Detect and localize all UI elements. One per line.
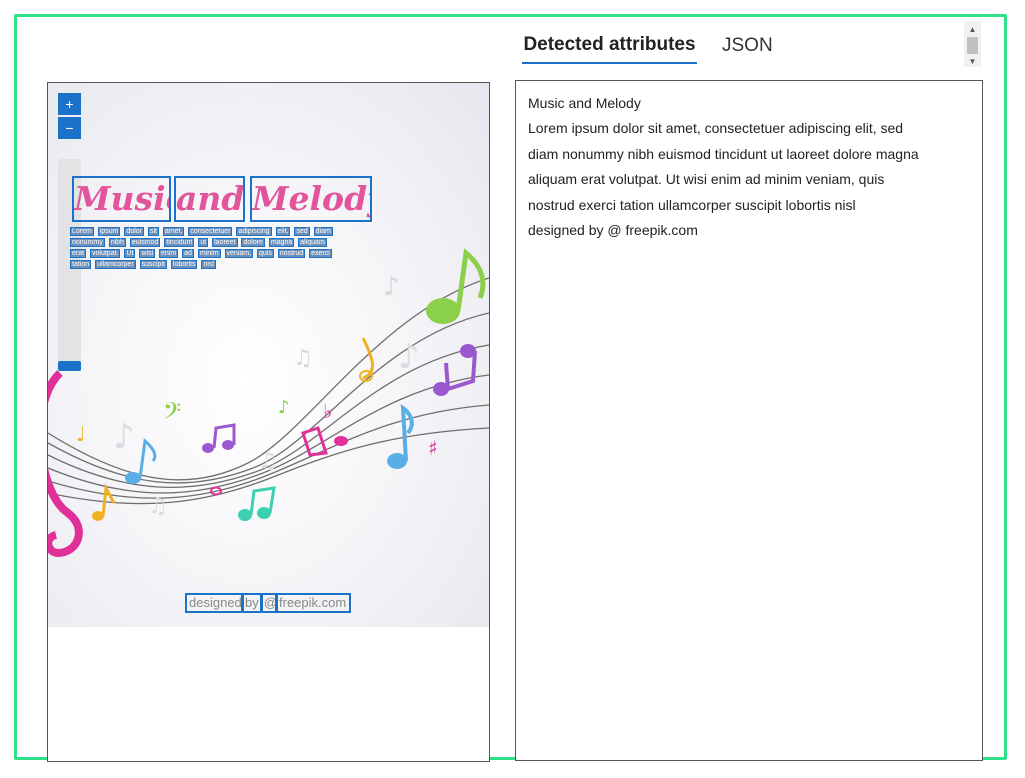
svg-text:♫: ♫ — [293, 346, 313, 371]
detected-line: Music and Melody — [528, 95, 641, 111]
poster-body-word: consectetuer — [188, 227, 233, 236]
poster-body-word: enim — [159, 249, 179, 258]
poster-title-word: and — [174, 176, 245, 222]
detected-line: Lorem ipsum dolor sit amet, consectetuer… — [528, 120, 904, 137]
poster-body-word: sit — [147, 227, 159, 236]
poster-body-word: nibh — [108, 238, 126, 247]
svg-text:♩: ♩ — [76, 422, 85, 446]
poster-body-word: ad — [182, 249, 194, 258]
poster-body-word: Lorem — [70, 227, 94, 236]
poster-body-word: sed — [294, 227, 310, 236]
detected-attributes-panel: Music and Melody Lorem ipsum dolor sit a… — [515, 80, 983, 761]
poster-body-word: ipsum — [97, 227, 121, 236]
poster-credit-word: freepik.com — [275, 593, 351, 613]
image-panel: 𝄢 ♯ ♭ ♪ ♩ ♪ ♪ ♫ ♪ ♫ ♫ + − Music and Melo… — [47, 82, 490, 762]
detected-line: designed by @ freepik.com — [528, 222, 698, 239]
poster-body-word: suscipit — [139, 260, 167, 269]
poster-body-word: tincidunt — [164, 238, 195, 247]
poster-body-word: dolore — [241, 238, 265, 247]
poster-body-word: dolor — [124, 227, 145, 236]
zoom-in-button[interactable]: + — [58, 93, 81, 115]
scroll-down-icon[interactable]: ▼ — [964, 55, 981, 67]
zoom-slider-handle[interactable] — [58, 361, 81, 371]
poster-title-word: Music — [72, 176, 171, 222]
svg-text:♪: ♪ — [398, 337, 420, 377]
poster-body-word: laoreet — [212, 238, 238, 247]
svg-text:♪: ♪ — [383, 272, 400, 302]
scrollbar-thumb[interactable] — [967, 37, 978, 54]
detected-line: nostrud exerci tation ullamcorper suscip… — [528, 196, 856, 213]
scroll-up-icon[interactable]: ▲ — [964, 23, 981, 35]
music-notes-illustration: 𝄢 ♯ ♭ ♪ ♩ ♪ ♪ ♫ ♪ ♫ ♫ — [48, 248, 489, 558]
bass-clef-icon: 𝄢 — [163, 397, 181, 430]
poster-body-word: amet, — [162, 227, 185, 236]
tab-detected-attributes[interactable]: Detected attributes — [522, 28, 697, 64]
poster-body-word: exerci — [309, 249, 332, 258]
poster-body-word: aliquam — [298, 238, 327, 247]
poster-body-word: wisi — [139, 249, 156, 258]
poster-credit-word: designed — [185, 593, 244, 613]
poster-body-word: tation — [70, 260, 92, 269]
poster-body-word: volutpat. — [90, 249, 121, 258]
vertical-scrollbar[interactable]: ▲ ▼ — [964, 21, 981, 67]
svg-text:♪: ♪ — [113, 417, 135, 457]
poster-image: 𝄢 ♯ ♭ ♪ ♩ ♪ ♪ ♫ ♪ ♫ ♫ + − Music and Melo… — [48, 83, 489, 627]
poster-title-word: Melody — [250, 176, 372, 222]
poster-body-word: erat — [70, 249, 87, 258]
detected-line: aliquam erat volutpat. Ut wisi enim ad m… — [528, 171, 885, 188]
svg-text:♪: ♪ — [278, 397, 290, 418]
poster-body-word: Ut — [124, 249, 136, 258]
poster-body-word: quis — [257, 249, 274, 258]
flat-icon: ♭ — [323, 399, 332, 423]
tab-json[interactable]: JSON — [722, 28, 773, 64]
poster-body-text: Lorem ipsum dolor sit amet, consectetuer… — [70, 226, 340, 270]
poster-body-word: veniam, — [224, 249, 254, 258]
zoom-out-button[interactable]: − — [58, 117, 81, 139]
poster-body-word: nostrud — [277, 249, 306, 258]
poster-body-word: magna — [268, 238, 295, 247]
poster-body-word: adipiscing — [236, 227, 272, 236]
poster-body-word: minim — [197, 249, 221, 258]
sharp-icon: ♯ — [428, 436, 438, 460]
poster-body-word: ullamcorper — [95, 260, 136, 269]
poster-body-word: nisl — [201, 260, 216, 269]
poster-body-word: ut — [198, 238, 209, 247]
detected-line: diam nonummy nibh euismod tincidunt ut l… — [528, 145, 919, 162]
poster-body-word: lobortis — [170, 260, 198, 269]
poster-body-word: diam — [313, 227, 333, 236]
svg-text:♫: ♫ — [148, 494, 168, 519]
svg-text:♫: ♫ — [258, 449, 278, 474]
poster-body-word: elit, — [275, 227, 291, 236]
poster-body-word: euismod — [129, 238, 161, 247]
poster-body-word: nonummy — [70, 238, 105, 247]
